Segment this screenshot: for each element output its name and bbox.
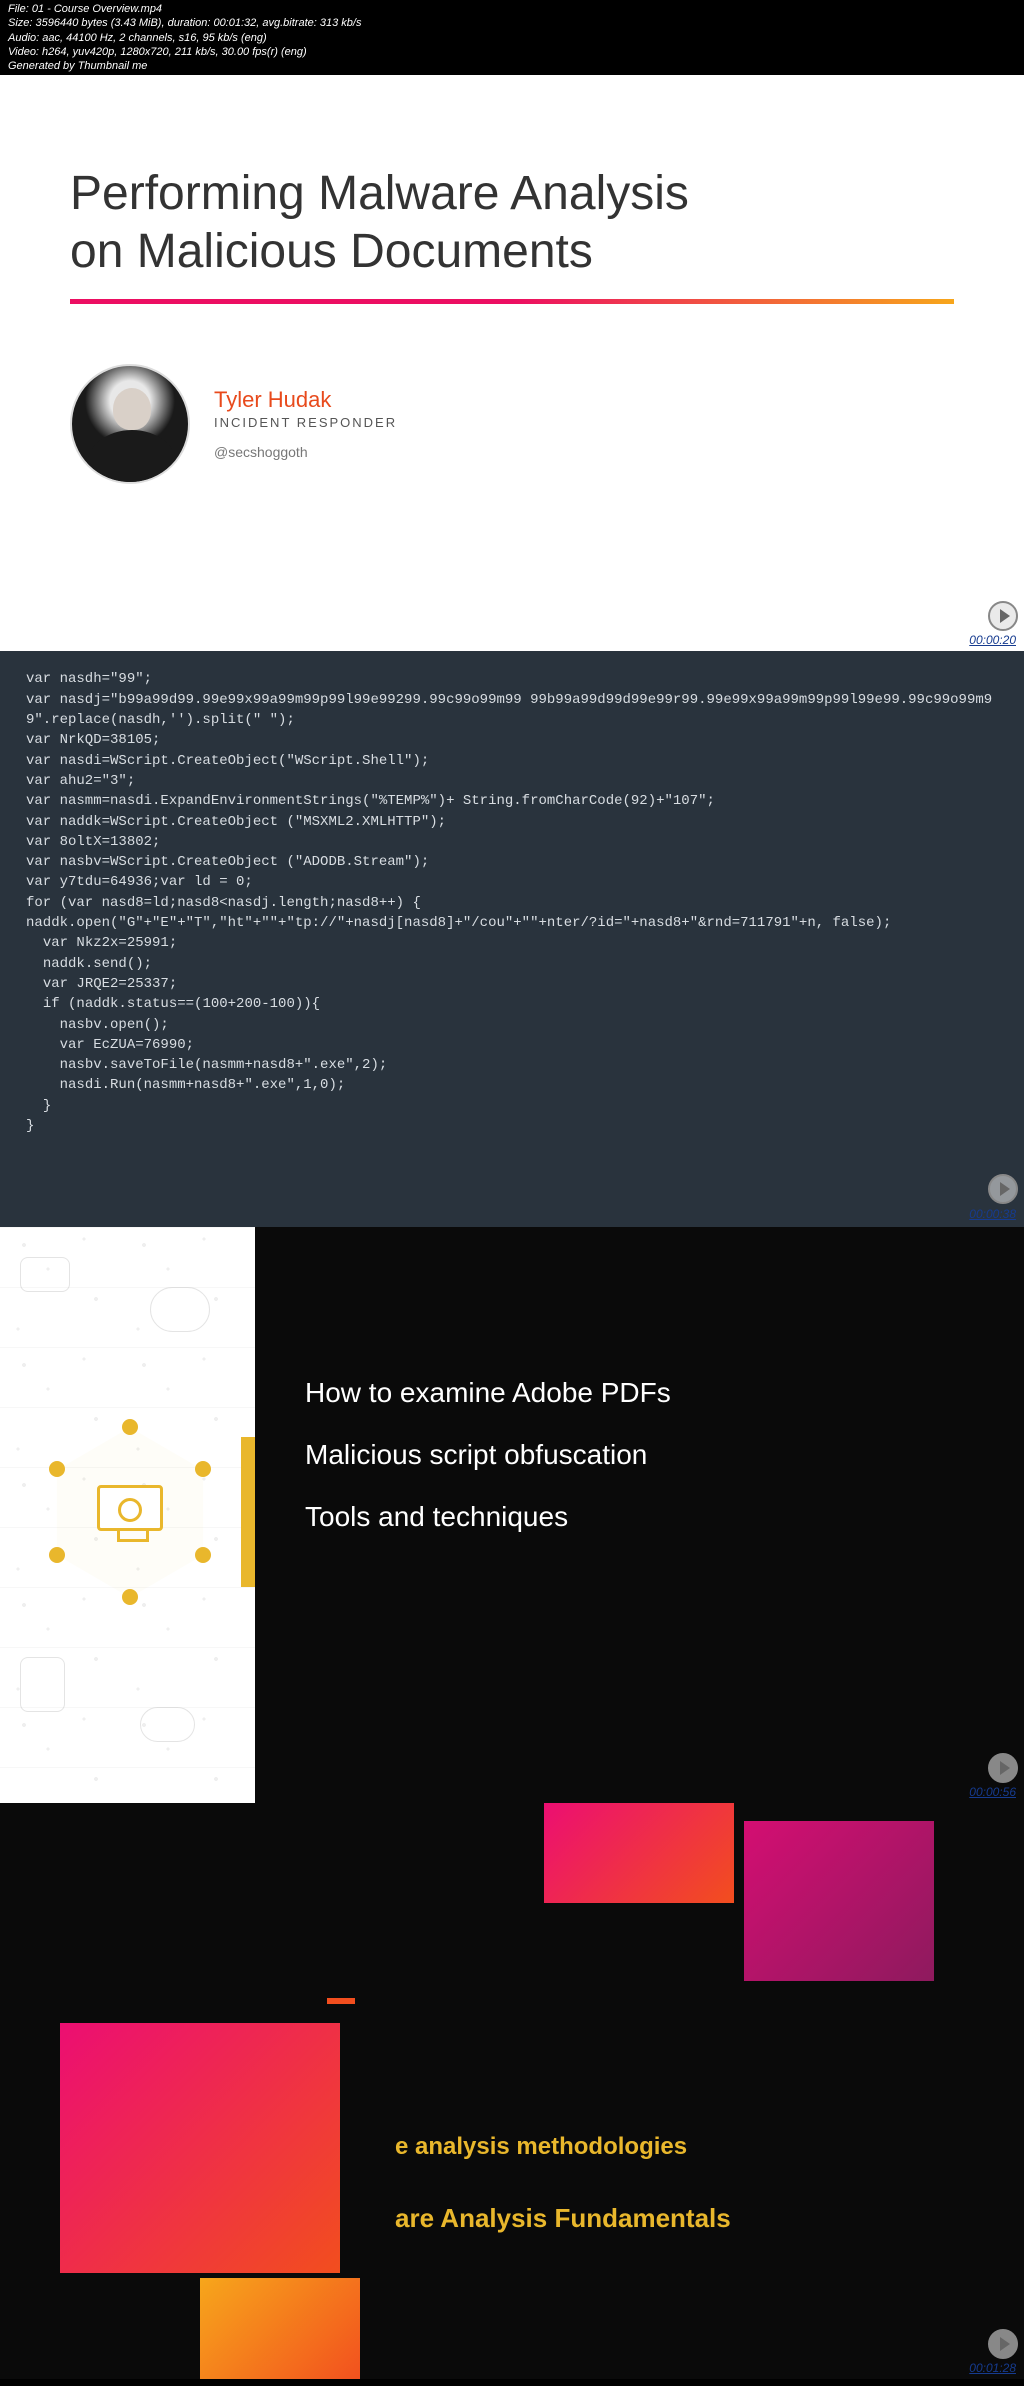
play-icon[interactable]	[988, 1753, 1018, 1783]
meta-video: Video: h264, yuv420p, 1280x720, 211 kb/s…	[8, 45, 1016, 59]
play-icon[interactable]	[988, 1174, 1018, 1204]
author-handle: @secshoggoth	[214, 444, 397, 460]
meta-generated: Generated by Thumbnail me	[8, 59, 1016, 73]
title-block: Performing Malware Analysis on Malicious…	[0, 75, 1024, 303]
play-icon[interactable]	[988, 2329, 1018, 2359]
frame-timestamp: 00:00:56	[967, 1785, 1018, 1799]
gradient-block	[544, 1803, 734, 1903]
gear-icon	[118, 1498, 142, 1522]
title-line-1: Performing Malware Analysis	[70, 167, 689, 220]
play-icon[interactable]	[988, 601, 1018, 631]
accent-bar	[241, 1437, 255, 1587]
bullet-item: Malicious script obfuscation	[305, 1439, 984, 1471]
doodle-box	[20, 1257, 70, 1292]
code-sample: var nasdh="99"; var nasdj="b99a99d99.99e…	[26, 671, 992, 1134]
doodle-cloud	[140, 1707, 195, 1742]
bullet-item: Tools and techniques	[305, 1501, 984, 1533]
thumbnail-frame-2: var nasdh="99"; var nasdj="b99a99d99.99e…	[0, 651, 1024, 1227]
bullets-panel: How to examine Adobe PDFs Malicious scri…	[255, 1227, 1024, 1803]
video-metadata-header: File: 01 - Course Overview.mp4 Size: 359…	[0, 0, 1024, 75]
meta-size: Size: 3596440 bytes (3.43 MiB), duration…	[8, 16, 1016, 30]
bullet-item: How to examine Adobe PDFs	[305, 1377, 984, 1409]
author-name: Tyler Hudak	[214, 387, 397, 413]
meta-audio: Audio: aac, 44100 Hz, 2 channels, s16, 9…	[8, 31, 1016, 45]
author-avatar	[70, 364, 190, 484]
accent-dash	[327, 1998, 355, 2004]
gradient-block	[200, 2278, 360, 2379]
play-badge: 00:00:20	[967, 601, 1018, 647]
gradient-block	[60, 2023, 340, 2273]
author-role: INCIDENT RESPONDER	[214, 415, 397, 430]
frame-timestamp: 00:01:28	[967, 2361, 1018, 2375]
thumbnail-frame-4: e analysis methodologies are Analysis Fu…	[0, 1803, 1024, 2379]
thumbnail-frame-1: Performing Malware Analysis on Malicious…	[0, 75, 1024, 651]
thumbnail-frame-3: How to examine Adobe PDFs Malicious scri…	[0, 1227, 1024, 1803]
play-badge: 00:01:28	[967, 2329, 1018, 2375]
partial-text-line: e analysis methodologies	[395, 2133, 687, 2161]
frame-timestamp: 00:00:38	[967, 1206, 1018, 1223]
monitor-icon	[97, 1485, 163, 1531]
course-title: Performing Malware Analysis on Malicious…	[70, 165, 954, 280]
frame-timestamp: 00:00:20	[967, 633, 1018, 647]
meta-file: File: 01 - Course Overview.mp4	[8, 2, 1016, 16]
left-illustration-panel	[0, 1227, 255, 1803]
author-text: Tyler Hudak INCIDENT RESPONDER @secshogg…	[214, 387, 397, 460]
author-block: Tyler Hudak INCIDENT RESPONDER @secshogg…	[0, 304, 1024, 484]
play-badge: 00:00:38	[967, 1174, 1018, 1223]
doodle-cloud	[150, 1287, 210, 1332]
hex-network-icon	[45, 1427, 215, 1597]
partial-text-line: are Analysis Fundamentals	[395, 2203, 731, 2234]
doodle-lock	[20, 1657, 65, 1712]
gradient-block	[744, 1821, 934, 1981]
play-badge: 00:00:56	[967, 1753, 1018, 1799]
title-line-2: on Malicious Documents	[70, 225, 593, 278]
